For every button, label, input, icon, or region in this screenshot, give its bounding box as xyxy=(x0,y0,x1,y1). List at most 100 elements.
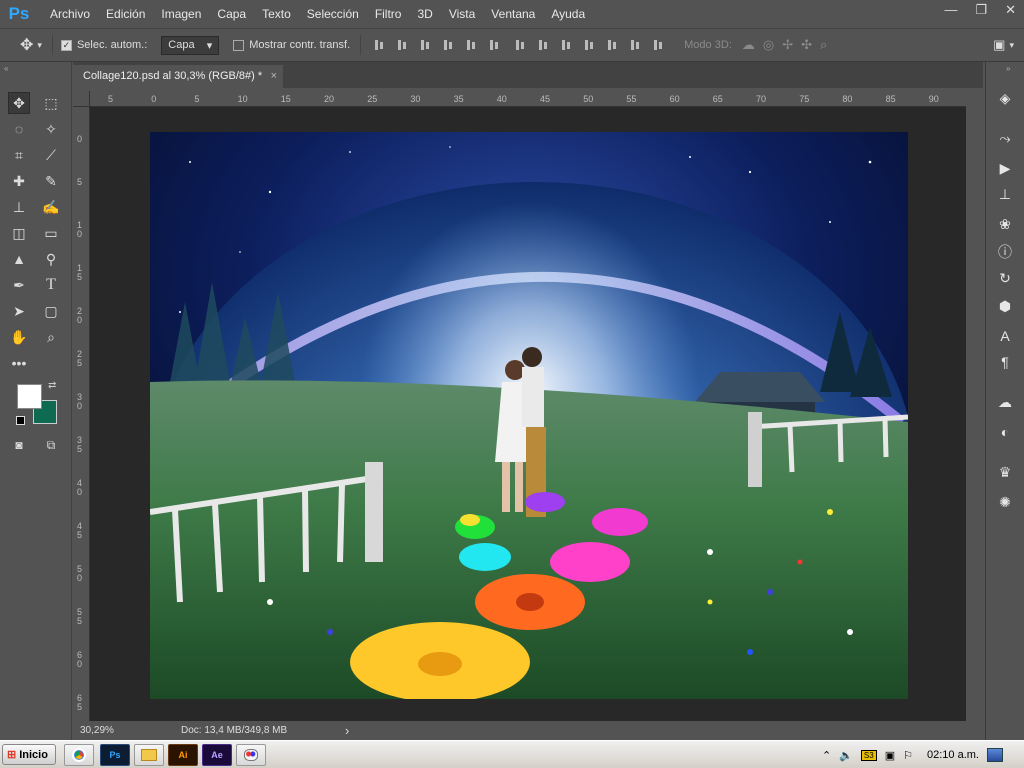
zoom-level[interactable]: 30,29% xyxy=(80,725,114,736)
pen-tool-icon[interactable]: ✒ xyxy=(8,274,30,296)
distribute-vcenter-icon[interactable] xyxy=(537,38,551,52)
network-icon[interactable]: ▣ xyxy=(885,749,895,762)
status-menu-arrow[interactable]: › xyxy=(345,723,349,738)
default-colors-icon[interactable] xyxy=(16,416,25,425)
menu-capa[interactable]: Capa xyxy=(209,0,254,28)
move-tool-preset[interactable]: ✥ ▾ xyxy=(20,35,42,55)
close-tab-icon[interactable]: × xyxy=(271,65,277,88)
paragraph-panel-icon[interactable]: ¶ xyxy=(995,352,1015,372)
chrome-taskbar-button[interactable] xyxy=(64,744,94,766)
paths-panel-icon[interactable]: ⤳ xyxy=(995,128,1015,148)
clock[interactable]: 02:10 a.m. xyxy=(927,749,979,761)
auto-select-dropdown[interactable]: Capa ▾ xyxy=(161,35,220,55)
menu-texto[interactable]: Texto xyxy=(254,0,299,28)
info-panel-icon[interactable]: ⓘ xyxy=(995,242,1015,262)
align-bottom-icon[interactable] xyxy=(419,38,433,52)
marquee-tool-icon[interactable]: ⬚ xyxy=(40,92,62,114)
gradient-tool-icon[interactable]: ▭ xyxy=(40,222,62,244)
menu-edicion[interactable]: Edición xyxy=(98,0,153,28)
panel-collapse-icon[interactable]: « xyxy=(4,64,8,73)
illustrator-taskbar-button[interactable]: Ai xyxy=(168,744,198,766)
align-left-icon[interactable] xyxy=(442,38,456,52)
zoom-tool-icon[interactable]: ⌕ xyxy=(40,326,62,348)
menu-archivo[interactable]: Archivo xyxy=(42,0,98,28)
eyedropper-tool-icon[interactable]: ⟋ xyxy=(40,144,62,166)
lasso-tool-icon[interactable]: ◌ xyxy=(8,118,30,140)
magic-wand-tool-icon[interactable]: ✧ xyxy=(40,118,62,140)
restore-button[interactable]: ❐ xyxy=(975,2,987,18)
menu-ayuda[interactable]: Ayuda xyxy=(543,0,593,28)
menu-ventana[interactable]: Ventana xyxy=(483,0,543,28)
adjustments-panel-icon[interactable]: ◐ xyxy=(995,422,1015,442)
slide-3d-icon[interactable]: ✣ xyxy=(801,37,812,53)
align-right-icon[interactable] xyxy=(488,38,502,52)
distribute-bottom-icon[interactable] xyxy=(560,38,574,52)
brush-settings-icon[interactable]: ♛ xyxy=(995,462,1015,482)
collage-artwork[interactable] xyxy=(150,132,908,699)
menu-3d[interactable]: 3D xyxy=(409,0,440,28)
menu-seleccion[interactable]: Selección xyxy=(299,0,367,28)
channels-panel-icon[interactable]: ❀ xyxy=(995,214,1015,234)
rectangle-tool-icon[interactable]: ▢ xyxy=(40,300,62,322)
type-tool-icon[interactable]: T xyxy=(40,274,62,296)
distribute-left-icon[interactable] xyxy=(583,38,597,52)
roll-3d-icon[interactable]: ◎ xyxy=(763,37,774,53)
eraser-tool-icon[interactable]: ◫ xyxy=(8,222,30,244)
auto-select-checkbox[interactable]: ✓ xyxy=(60,39,72,51)
start-button[interactable]: ⊞ Inicio xyxy=(2,744,56,765)
distribute-right-icon[interactable] xyxy=(629,38,643,52)
dodge-tool-icon[interactable]: ⚲ xyxy=(40,248,62,270)
menu-imagen[interactable]: Imagen xyxy=(153,0,209,28)
swap-colors-icon[interactable]: ⇄ xyxy=(48,380,56,391)
crop-tool-icon[interactable]: ⌗ xyxy=(8,144,30,166)
align-top-icon[interactable] xyxy=(373,38,387,52)
scale-3d-icon[interactable]: ⌕ xyxy=(820,37,827,53)
canvas-area[interactable] xyxy=(90,107,966,721)
keyboard-icon[interactable]: S3 xyxy=(860,749,877,761)
clone-source-icon[interactable]: ⊥ xyxy=(995,184,1015,204)
orbit-3d-icon[interactable]: ☁ xyxy=(742,37,755,53)
explorer-taskbar-button[interactable] xyxy=(134,744,164,766)
menu-vista[interactable]: Vista xyxy=(441,0,483,28)
auto-align-icon[interactable] xyxy=(652,38,666,52)
healing-brush-tool-icon[interactable]: ✚ xyxy=(8,170,30,192)
libraries-panel-icon[interactable]: ☁ xyxy=(995,392,1015,412)
actions-panel-icon[interactable]: ▶ xyxy=(995,158,1015,178)
document-tab[interactable]: Collage120.psd al 30,3% (RGB/8#) * × xyxy=(73,65,283,88)
align-hcenter-icon[interactable] xyxy=(465,38,479,52)
layers-panel-icon[interactable]: ◈ xyxy=(995,88,1015,108)
clone-stamp-tool-icon[interactable]: ⊥ xyxy=(8,196,30,218)
volume-icon[interactable]: 🔈 xyxy=(839,749,853,762)
pan-3d-icon[interactable]: ✢ xyxy=(782,37,793,53)
close-button[interactable]: ✕ xyxy=(1005,2,1016,18)
aftereffects-taskbar-button[interactable]: Ae xyxy=(202,744,232,766)
show-desktop-icon[interactable] xyxy=(986,748,1003,762)
menu-filtro[interactable]: Filtro xyxy=(367,0,410,28)
more-tools-icon[interactable]: ••• xyxy=(8,352,30,374)
hand-tool-icon[interactable]: ✋ xyxy=(8,326,30,348)
flag-icon[interactable]: ⚐ xyxy=(903,749,913,762)
show-transform-checkbox[interactable] xyxy=(233,39,245,51)
quick-mask-icon[interactable]: ◙ xyxy=(8,434,30,456)
blur-tool-icon[interactable]: ▲ xyxy=(8,248,30,270)
photoshop-taskbar-button[interactable]: Ps xyxy=(100,744,130,766)
move-tool-icon[interactable]: ✥ xyxy=(8,92,30,114)
distribute-top-icon[interactable] xyxy=(514,38,528,52)
panel-expand-icon[interactable]: » xyxy=(1006,64,1010,73)
history-panel-icon[interactable]: ↻ xyxy=(995,268,1015,288)
properties-panel-icon[interactable]: ✺ xyxy=(995,492,1015,512)
tray-expand-icon[interactable]: ⌃ xyxy=(822,749,831,762)
foreground-color-swatch[interactable] xyxy=(17,384,42,409)
align-vcenter-icon[interactable] xyxy=(396,38,410,52)
3d-panel-icon[interactable]: ⬢ xyxy=(995,296,1015,316)
minimize-button[interactable]: — xyxy=(944,2,957,18)
distribute-hcenter-icon[interactable] xyxy=(606,38,620,52)
paint-taskbar-button[interactable] xyxy=(236,744,266,766)
workspace-switcher[interactable]: ▣ ▾ xyxy=(993,37,1014,53)
character-panel-icon[interactable]: A xyxy=(995,326,1015,346)
brush-tool-icon[interactable]: ✎ xyxy=(40,170,62,192)
canvas-scrollbar[interactable] xyxy=(966,91,984,721)
path-selection-tool-icon[interactable]: ➤ xyxy=(8,300,30,322)
screen-mode-icon[interactable]: ⧉ xyxy=(40,434,62,456)
history-brush-tool-icon[interactable]: ✍ xyxy=(40,196,62,218)
